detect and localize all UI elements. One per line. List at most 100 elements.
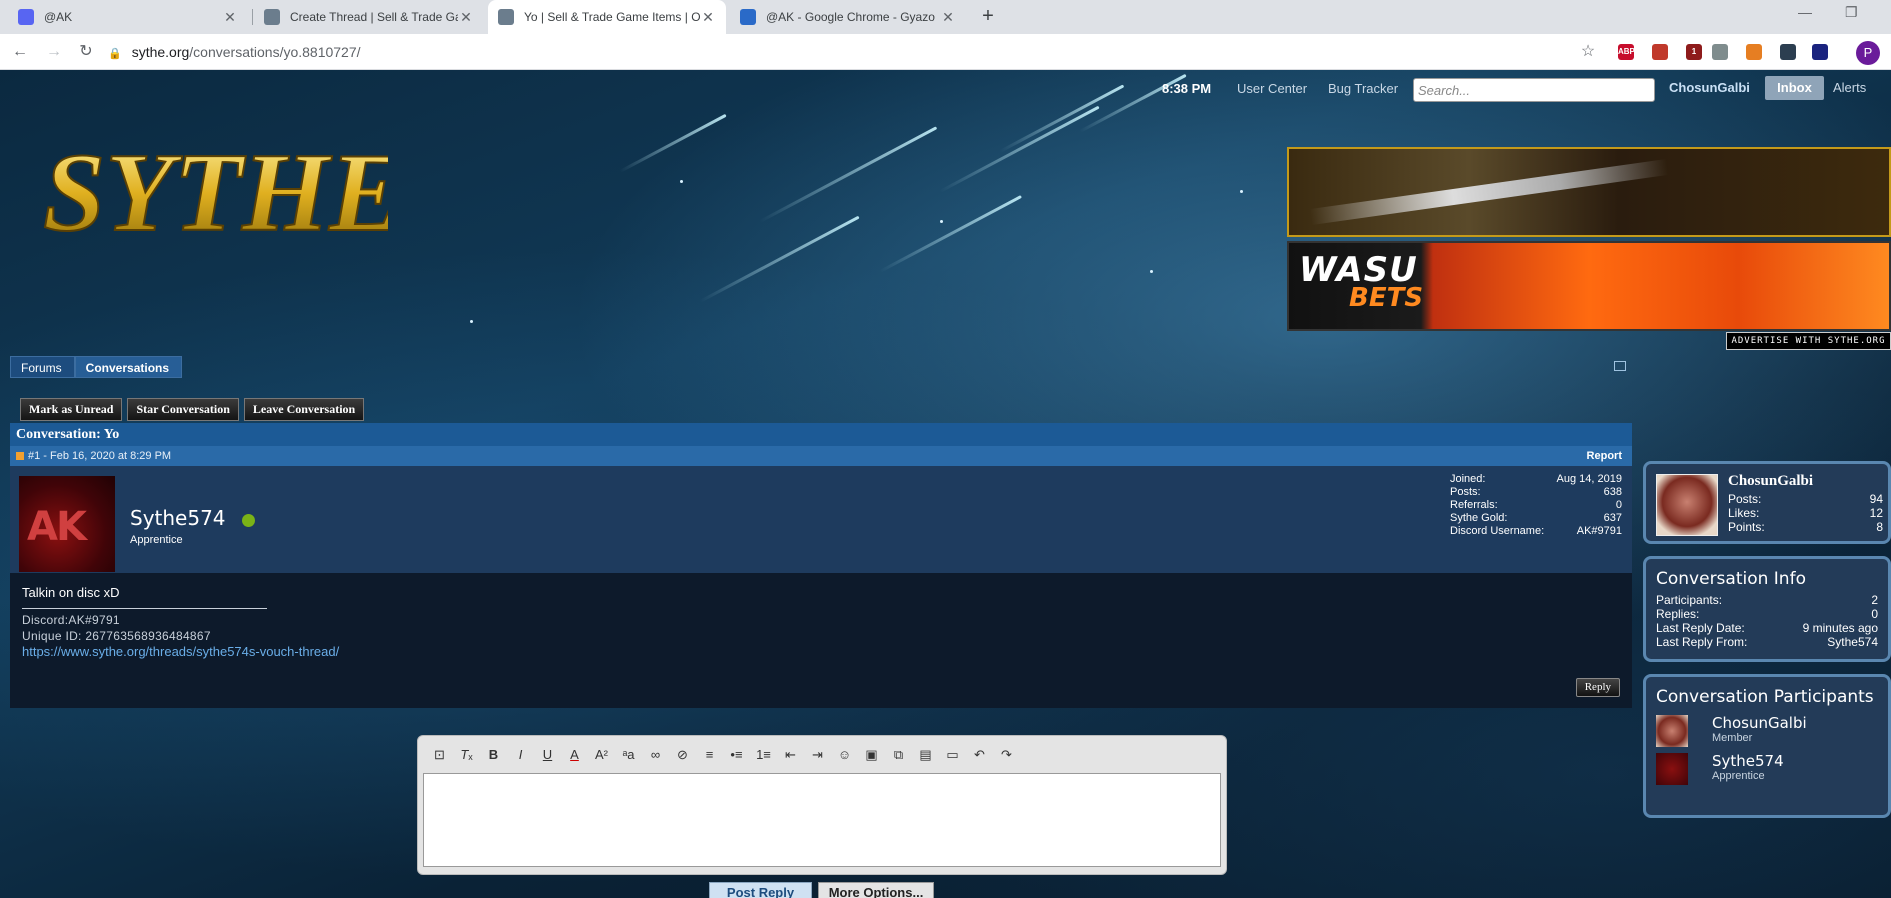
badge-extension-icon[interactable]: 1 (1686, 44, 1702, 60)
info-value[interactable]: Sythe574 (1827, 635, 1878, 649)
profile-avatar[interactable]: P (1856, 41, 1880, 65)
sythe-logo[interactable]: SYTHE (38, 110, 405, 256)
redo-icon[interactable]: ↷ (995, 746, 1018, 764)
advertise-link[interactable]: ADVERTISE WITH SYTHE.ORG (1726, 332, 1891, 350)
author-name[interactable]: Sythe574 (130, 506, 226, 530)
browser-tab[interactable]: Create Thread | Sell & Trade Gam ✕ (254, 0, 484, 34)
star (680, 180, 683, 183)
browser-tab[interactable]: @AK - Google Chrome - Gyazo ✕ (730, 0, 966, 34)
mark-unread-button[interactable]: Mark as Unread (20, 398, 123, 421)
star (470, 320, 473, 323)
conversation-info-panel: Conversation Info Participants: 2 Replies… (1643, 556, 1891, 662)
message-meta[interactable]: #1 - Feb 16, 2020 at 8:29 PM (28, 450, 171, 462)
insert-icon[interactable]: ▤ (914, 746, 937, 764)
participant-name[interactable]: ChosunGalbi (1712, 714, 1807, 732)
link-icon[interactable]: ∞ (644, 746, 667, 764)
minimize-icon[interactable]: — (1798, 4, 1812, 20)
message-icon (16, 452, 24, 461)
eye-extension-icon[interactable] (1812, 44, 1828, 60)
bookmark-star-icon[interactable]: ☆ (1578, 42, 1598, 62)
close-icon[interactable]: ✕ (940, 9, 956, 26)
info-label: Replies: (1656, 607, 1700, 621)
avatar[interactable] (1656, 753, 1688, 785)
screen-extension-icon[interactable] (1712, 44, 1728, 60)
participants-panel: Conversation Participants ChosunGalbi Me… (1643, 674, 1891, 818)
bug-tracker-link[interactable]: Bug Tracker (1328, 81, 1398, 96)
stat-label: Sythe Gold: (1450, 512, 1508, 524)
shield-favicon-icon (498, 9, 514, 25)
message-input[interactable] (423, 773, 1221, 867)
close-icon[interactable]: ✕ (458, 9, 474, 26)
reply-button[interactable]: Reply (1575, 678, 1620, 697)
browser-tab[interactable]: @AK ✕ (8, 0, 248, 34)
save-draft-icon[interactable]: ▭ (941, 746, 964, 764)
report-link[interactable]: Report (1587, 446, 1622, 466)
underline-icon[interactable]: U (536, 746, 559, 764)
smiley-icon[interactable]: ☺ (833, 746, 856, 764)
stat-value: 638 (1603, 486, 1622, 498)
media-icon[interactable]: ⧉ (887, 746, 910, 764)
visitor-name[interactable]: ChosunGalbi (1728, 473, 1813, 490)
star (1240, 190, 1243, 193)
close-icon[interactable]: ✕ (700, 9, 716, 26)
inbox-button[interactable]: Inbox (1765, 76, 1824, 100)
address-bar[interactable]: 🔒 sythe.org/conversations/yo.8810727/ (108, 40, 1598, 64)
font-family-icon[interactable]: ᵃa (617, 746, 640, 764)
close-icon[interactable]: ✕ (222, 9, 238, 26)
user-center-link[interactable]: User Center (1237, 81, 1307, 96)
font-size-icon[interactable]: A² (590, 746, 613, 764)
star-streak (619, 113, 727, 173)
ad-banner-wasubets[interactable]: WASU BETS (1287, 241, 1891, 331)
popout-icon[interactable] (1614, 361, 1626, 371)
reload-icon[interactable]: ↻ (76, 42, 96, 62)
back-icon[interactable]: ← (10, 42, 30, 62)
post-reply-button[interactable]: Post Reply (709, 882, 812, 898)
avatar[interactable] (1656, 474, 1718, 536)
unlink-icon[interactable]: ⊘ (671, 746, 694, 764)
text-color-icon[interactable]: A (563, 746, 586, 764)
stat-value: 12 (1869, 506, 1883, 520)
undo-icon[interactable]: ↶ (968, 746, 991, 764)
info-row: Last Reply Date: 9 minutes ago (1646, 621, 1888, 635)
star-streak (939, 105, 1100, 193)
stat-row: Sythe Gold: 637 (1450, 512, 1622, 525)
star-conversation-button[interactable]: Star Conversation (127, 398, 239, 421)
numbered-list-icon[interactable]: 1≡ (752, 746, 775, 764)
stat-label: Likes: (1728, 506, 1760, 520)
stat-label: Discord Username: (1450, 525, 1545, 537)
image-icon[interactable]: ▣ (860, 746, 883, 764)
breadcrumb-conversations[interactable]: Conversations (74, 356, 183, 378)
source-icon[interactable]: ⊡ (428, 746, 451, 764)
adblock-extension-icon[interactable]: ABP (1618, 44, 1635, 60)
bullet-list-icon[interactable]: •≡ (725, 746, 748, 764)
avatar[interactable] (1656, 715, 1688, 747)
breadcrumb-forums[interactable]: Forums (10, 356, 75, 378)
signature-link[interactable]: https://www.sythe.org/threads/sythe574s-… (22, 644, 339, 659)
leave-conversation-button[interactable]: Leave Conversation (243, 398, 365, 421)
indent-icon[interactable]: ⇥ (806, 746, 829, 764)
capture-extension-icon[interactable] (1746, 44, 1762, 60)
browser-tab-active[interactable]: Yo | Sell & Trade Game Items | OS ✕ (488, 0, 726, 34)
shield-extension-icon[interactable] (1652, 44, 1668, 60)
restore-icon[interactable]: ❐ (1845, 4, 1858, 21)
forward-icon[interactable]: → (44, 42, 64, 62)
chess-extension-icon[interactable] (1780, 44, 1796, 60)
participant-name[interactable]: Sythe574 (1712, 752, 1784, 770)
ad-banner-top[interactable] (1287, 147, 1891, 237)
alerts-link[interactable]: Alerts (1833, 80, 1866, 95)
lock-icon: 🔒 (108, 48, 122, 60)
stat-value: 8 (1876, 520, 1883, 534)
new-tab-button[interactable]: + (976, 5, 1000, 29)
stat-value: Aug 14, 2019 (1556, 473, 1622, 485)
clear-format-icon[interactable]: Tₓ (455, 746, 478, 764)
search-input[interactable]: Search... (1413, 78, 1655, 102)
user-menu-link[interactable]: ChosunGalbi (1669, 80, 1750, 95)
stat-row: Joined: Aug 14, 2019 (1450, 473, 1622, 486)
message-body: Talkin on disc xD Discord:AK#9791 Unique… (10, 573, 1632, 708)
align-icon[interactable]: ≡ (698, 746, 721, 764)
avatar[interactable]: AK (19, 476, 115, 572)
more-options-button[interactable]: More Options... (818, 882, 934, 898)
outdent-icon[interactable]: ⇤ (779, 746, 802, 764)
bold-icon[interactable]: B (482, 746, 505, 764)
italic-icon[interactable]: I (509, 746, 532, 764)
